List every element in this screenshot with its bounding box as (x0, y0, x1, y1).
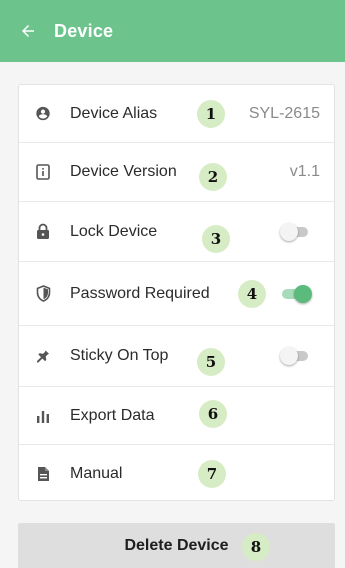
settings-card: Device Alias 1 SYL-2615 Device Version 2… (18, 84, 335, 501)
annotation-badge: 7 (198, 459, 226, 488)
device-version-value: v1.1 (289, 163, 320, 180)
setting-row-sticky-on-top[interactable]: Sticky On Top 5 (19, 326, 334, 387)
lock-device-toggle[interactable] (280, 222, 310, 241)
device-alias-value: SYL-2615 (248, 104, 320, 122)
annotation-badge: 2 (199, 163, 227, 191)
delete-device-button[interactable]: Delete Device 8 (18, 523, 335, 568)
delete-device-label: Delete Device (124, 536, 229, 554)
setting-label: Export Data (70, 406, 155, 424)
setting-label: Manual (70, 464, 123, 482)
pin-icon (35, 348, 51, 364)
back-button[interactable] (6, 0, 50, 62)
setting-row-export-data[interactable]: Export Data 6 (19, 387, 334, 445)
setting-label: Device Version (70, 163, 177, 180)
annotation-badge: 4 (238, 279, 266, 308)
setting-row-device-alias[interactable]: Device Alias 1 SYL-2615 (19, 85, 334, 143)
setting-label: Password Required (70, 284, 210, 302)
app-bar: Device (0, 0, 345, 62)
setting-row-manual[interactable]: Manual 7 (19, 445, 334, 502)
arrow-left-icon (22, 25, 34, 37)
setting-label: Lock Device (70, 222, 158, 240)
annotation-badge: 8 (242, 533, 270, 561)
bar-chart-icon (35, 408, 51, 424)
annotation-badge: 1 (197, 99, 225, 128)
annotation-badge: 3 (202, 225, 230, 253)
setting-label: Sticky On Top (70, 347, 169, 364)
page-title: Device (54, 20, 114, 41)
account-circle-icon (35, 106, 51, 122)
file-document-icon (35, 466, 51, 482)
shield-icon (35, 285, 51, 302)
sticky-on-top-toggle[interactable] (280, 347, 310, 365)
lock-icon (35, 223, 51, 240)
annotation-badge: 5 (197, 348, 225, 376)
setting-row-device-version[interactable]: Device Version 2 v1.1 (19, 143, 334, 202)
setting-row-lock-device[interactable]: Lock Device 3 (19, 202, 334, 262)
setting-row-password-required[interactable]: Password Required 4 (19, 262, 334, 326)
info-box-icon (35, 164, 51, 180)
setting-label: Device Alias (70, 104, 158, 122)
annotation-badge: 6 (199, 400, 227, 428)
password-required-toggle[interactable] (280, 284, 312, 303)
